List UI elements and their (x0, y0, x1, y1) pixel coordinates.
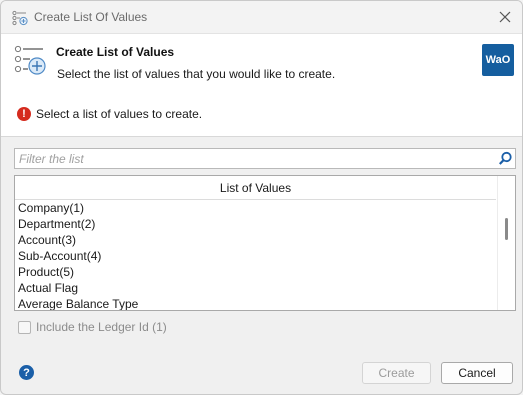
window-title: Create List Of Values (34, 10, 148, 24)
list-rows: Company(1) Department(2) Account(3) Sub-… (15, 200, 496, 310)
help-icon: ? (23, 366, 30, 379)
list-item[interactable]: Product(5) (15, 264, 496, 280)
header-title: Create List of Values (56, 45, 175, 59)
dialog-header: Create List of Values Select the list of… (1, 33, 522, 137)
list-item[interactable]: Account(3) (15, 232, 496, 248)
error-message: Select a list of values to create. (36, 107, 203, 121)
search-button[interactable] (498, 151, 513, 166)
list-item[interactable]: Sub-Account(4) (15, 248, 496, 264)
list-of-values-table[interactable]: List of Values Company(1) Department(2) … (14, 175, 516, 311)
list-of-values-icon (12, 10, 28, 26)
include-ledger-checkbox[interactable] (18, 320, 31, 334)
list-item[interactable]: Actual Flag (15, 280, 496, 296)
header-subtitle: Select the list of values that you would… (57, 67, 336, 81)
list-scrollbar[interactable] (497, 176, 515, 310)
close-button[interactable] (488, 1, 522, 33)
error-message-row: ! Select a list of values to create. (17, 105, 202, 123)
filter-box (14, 148, 516, 169)
dialog-window: Create List Of Values Create List of Val… (0, 0, 523, 395)
list-column-header[interactable]: List of Values (15, 176, 496, 200)
list-item[interactable]: Average Balance Type (15, 296, 496, 310)
list-item[interactable]: Company(1) (15, 200, 496, 216)
list-item[interactable]: Department(2) (15, 216, 496, 232)
search-icon (499, 151, 512, 165)
cancel-button[interactable]: Cancel (441, 362, 513, 384)
close-icon (499, 11, 511, 23)
wao-logo: WaO (482, 44, 514, 76)
error-icon: ! (17, 107, 31, 121)
help-button[interactable]: ? (19, 365, 34, 380)
create-list-icon (13, 44, 47, 78)
filter-input[interactable] (17, 150, 491, 167)
include-ledger-label: Include the Ledger Id (1) (36, 320, 167, 334)
include-ledger-option: Include the Ledger Id (1) (18, 320, 167, 334)
scrollbar-thumb[interactable] (505, 218, 508, 240)
create-button[interactable]: Create (362, 362, 431, 384)
title-bar: Create List Of Values (1, 1, 522, 33)
